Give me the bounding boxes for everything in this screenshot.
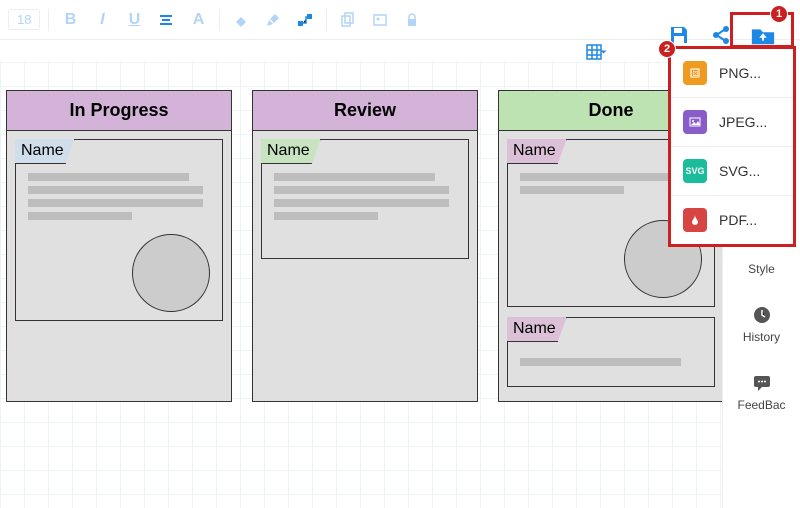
column-header: Review: [253, 91, 477, 131]
placeholder-line: [274, 212, 379, 220]
image-button[interactable]: [367, 7, 393, 33]
align-button[interactable]: [153, 7, 179, 33]
placeholder-line: [28, 186, 203, 194]
rail-label: Style: [748, 262, 775, 276]
rail-style[interactable]: Style: [748, 262, 775, 276]
feedback-icon: [751, 372, 773, 394]
card-tab: Name: [507, 139, 567, 164]
board-card[interactable]: Name: [507, 317, 715, 387]
png-icon: [683, 61, 707, 85]
export-menu: PNG... JPEG... SVG SVG... PDF...: [668, 46, 796, 247]
rail-label: FeedBac: [737, 398, 785, 412]
placeholder-line: [520, 358, 682, 366]
connector-button[interactable]: [292, 7, 318, 33]
column-header: In Progress: [7, 91, 231, 131]
board-card[interactable]: Name: [261, 139, 469, 259]
placeholder-line: [274, 173, 436, 181]
export-png[interactable]: PNG...: [671, 49, 793, 98]
jpeg-icon: [683, 110, 707, 134]
divider: [48, 9, 49, 31]
board-columns: In Progress Name Review Name: [6, 90, 724, 402]
placeholder-line: [274, 186, 449, 194]
card-tab: Name: [261, 139, 321, 164]
rail-history[interactable]: History: [743, 304, 780, 344]
card-tab: Name: [15, 139, 75, 164]
menu-label: JPEG...: [719, 114, 767, 130]
placeholder-line: [28, 173, 190, 181]
menu-label: SVG...: [719, 163, 760, 179]
board-column[interactable]: Review Name: [252, 90, 478, 402]
copy-button[interactable]: [335, 7, 361, 33]
export-svg[interactable]: SVG SVG...: [671, 147, 793, 196]
pdf-icon: [683, 208, 707, 232]
svg-icon: SVG: [683, 159, 707, 183]
text-color-button[interactable]: A: [185, 7, 211, 33]
fontsize-select[interactable]: 18: [8, 9, 40, 30]
annotation-badge-2: 2: [658, 40, 676, 58]
fill-button[interactable]: [228, 7, 254, 33]
column-body: Name: [253, 131, 477, 401]
placeholder-line: [520, 186, 625, 194]
column-body: Name: [7, 131, 231, 401]
export-pdf[interactable]: PDF...: [671, 196, 793, 244]
lock-icon[interactable]: [399, 7, 425, 33]
italic-button[interactable]: I: [89, 7, 115, 33]
board-column[interactable]: In Progress Name: [6, 90, 232, 402]
history-icon: [751, 304, 773, 326]
menu-label: PDF...: [719, 212, 757, 228]
rail-feedback[interactable]: FeedBac: [737, 372, 785, 412]
menu-label: PNG...: [719, 65, 761, 81]
underline-button[interactable]: U: [121, 7, 147, 33]
placeholder-line: [274, 199, 449, 207]
annotation-badge-1: 1: [770, 5, 788, 23]
placeholder-circle: [132, 234, 210, 312]
rail-label: History: [743, 330, 780, 344]
export-button[interactable]: [750, 22, 776, 48]
pencil-icon[interactable]: [260, 7, 286, 33]
board-card[interactable]: Name: [15, 139, 223, 321]
placeholder-line: [28, 199, 203, 207]
divider: [219, 9, 220, 31]
placeholder-line: [520, 173, 682, 181]
placeholder-line: [28, 212, 133, 220]
export-jpeg[interactable]: JPEG...: [671, 98, 793, 147]
bold-button[interactable]: B: [57, 7, 83, 33]
top-right-actions: [666, 22, 776, 48]
share-icon[interactable]: [708, 22, 734, 48]
card-tab: Name: [507, 317, 567, 342]
divider: [326, 9, 327, 31]
